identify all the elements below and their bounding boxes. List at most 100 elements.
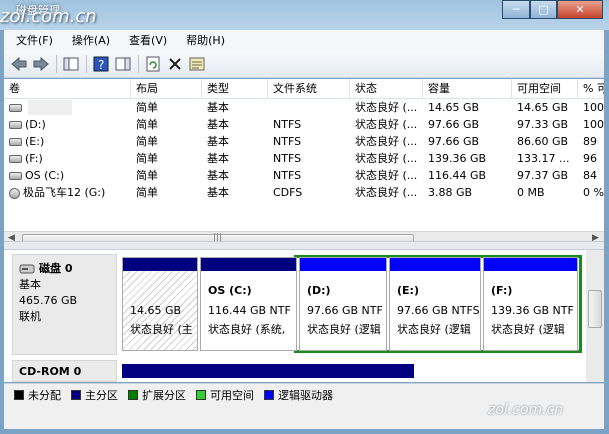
back-arrow-icon[interactable]: [10, 55, 28, 73]
partition-size: 97.66 GB NTF: [307, 304, 383, 317]
scrollbar-thumb[interactable]: |||: [22, 233, 414, 241]
show-action-pane-icon[interactable]: [114, 55, 132, 73]
table-row[interactable]: 简单 基本 状态良好 (... 14.65 GB 14.65 GB 100: [4, 99, 604, 116]
horizontal-scrollbar[interactable]: ◀ ||| ▶: [4, 231, 604, 241]
table-cell: 简单: [136, 135, 158, 148]
volume-name: (E:): [25, 135, 45, 148]
title-bar: 磁盘管理 zol.com.cn ─ □ ✕: [0, 0, 609, 30]
cdrom-info[interactable]: CD-ROM 0: [12, 360, 117, 382]
delete-icon[interactable]: [166, 55, 184, 73]
table-row[interactable]: OS (C:) 简单 基本 NTFS 状态良好 (... 116.44 GB 97.37 G…: [4, 167, 604, 184]
close-button[interactable]: ✕: [557, 0, 603, 19]
partition-block[interactable]: 14.65 GB 状态良好 (主: [122, 257, 198, 351]
column-header-free-space[interactable]: 可用空间: [512, 79, 578, 99]
column-header-status[interactable]: 状态: [350, 79, 423, 99]
legend-label: 可用空间: [210, 388, 254, 402]
table-cell: 基本: [207, 101, 229, 114]
table-cell: 基本: [207, 135, 229, 148]
legend-swatch: [196, 389, 206, 400]
legend-swatch: [128, 389, 138, 400]
partition-size: 97.66 GB NTFS: [397, 304, 480, 317]
table-cell: 极品飞车12 (G:): [4, 184, 131, 201]
drive-icon: [9, 155, 22, 163]
menu-file[interactable]: 文件(F): [16, 32, 53, 48]
table-row[interactable]: 极品飞车12 (G:) 简单 基本 CDFS 状态良好 (... 3.88 GB 0 MB 0…: [4, 184, 604, 201]
table-cell: 100: [583, 118, 604, 131]
minimize-button[interactable]: ─: [502, 0, 530, 19]
table-cell: 97.33 GB: [517, 118, 569, 131]
partition-status: 状态良好 (逻辑: [397, 323, 471, 336]
table-cell: 97.66 GB: [428, 135, 480, 148]
column-header-percent-free[interactable]: % 可: [578, 79, 604, 99]
table-cell: 14.65 GB: [517, 101, 569, 114]
table-cell: 简单: [136, 169, 158, 182]
volume-name: OS (C:): [25, 169, 65, 182]
legend-swatch: [14, 389, 24, 400]
cdrom-partition-bar[interactable]: [122, 364, 414, 378]
scroll-right-icon[interactable]: ▶: [592, 233, 599, 241]
watermark-logo: zol.com.cn: [0, 6, 97, 27]
console-tree-icon[interactable]: [62, 55, 80, 73]
partition-block[interactable]: OS (C:) 116.44 GB NTF 状态良好 (系统,: [200, 257, 297, 351]
menu-action[interactable]: 操作(A): [72, 32, 110, 48]
partition-color-bar: [300, 258, 386, 271]
drive-icon: [9, 172, 22, 180]
column-header-filesystem[interactable]: 文件系统: [268, 79, 350, 99]
forward-arrow-icon[interactable]: [32, 55, 50, 73]
partition-size: 139.36 GB NTF: [491, 304, 574, 317]
column-header-capacity[interactable]: 容量: [423, 79, 512, 99]
table-cell: 97.37 GB: [517, 169, 569, 182]
table-cell: CDFS: [273, 186, 303, 199]
properties-icon[interactable]: [188, 55, 206, 73]
table-cell: 基本: [207, 169, 229, 182]
partition-block[interactable]: (E:) 97.66 GB NTFS 状态良好 (逻辑: [389, 257, 481, 351]
partition-block[interactable]: (F:) 139.36 GB NTF 状态良好 (逻辑: [483, 257, 578, 351]
partition-name: (F:): [491, 284, 513, 297]
column-header-volume[interactable]: 卷: [4, 79, 131, 99]
table-cell: 状态良好 (...: [355, 118, 418, 131]
column-header-layout[interactable]: 布局: [131, 79, 202, 99]
svg-text:?: ?: [98, 58, 104, 72]
legend-label: 未分配: [28, 388, 61, 402]
table-cell: 状态良好 (...: [355, 101, 418, 114]
cdrom-name: CD-ROM 0: [19, 365, 82, 378]
table-cell: 状态良好 (...: [355, 169, 418, 182]
legend-item: 扩展分区: [128, 387, 186, 403]
pane-splitter[interactable]: [4, 241, 604, 250]
partition-block[interactable]: (D:) 97.66 GB NTF 状态良好 (逻辑: [299, 257, 387, 351]
table-cell: 基本: [207, 186, 229, 199]
table-cell: 状态良好 (...: [355, 152, 418, 165]
partition-name: (D:): [307, 284, 331, 297]
partition-color-bar: [390, 258, 480, 271]
column-header-type[interactable]: 类型: [202, 79, 268, 99]
volume-name: (F:): [25, 152, 43, 165]
table-cell: 简单: [136, 101, 158, 114]
table-cell: 89: [583, 135, 597, 148]
drive-icon: [9, 104, 22, 112]
table-cell: 84: [583, 169, 597, 182]
legend-label: 主分区: [85, 388, 118, 402]
partition-status: 状态良好 (主: [130, 323, 193, 336]
legend-label: 扩展分区: [142, 388, 186, 402]
partition-status: 状态良好 (逻辑: [307, 323, 381, 336]
maximize-button[interactable]: □: [530, 0, 557, 19]
menu-help[interactable]: 帮助(H): [186, 32, 225, 48]
legend-item: 可用空间: [196, 387, 254, 403]
grip-icon: |||: [213, 233, 223, 241]
refresh-icon[interactable]: [144, 55, 162, 73]
scrollbar-thumb[interactable]: [588, 290, 602, 328]
table-row[interactable]: (E:) 简单 基本 NTFS 状态良好 (... 97.66 GB 86.60 GB 89: [4, 133, 604, 150]
table-row[interactable]: (F:) 简单 基本 NTFS 状态良好 (... 139.36 GB 133.17 ...…: [4, 150, 604, 167]
menu-view[interactable]: 查看(V): [129, 32, 167, 48]
table-row[interactable]: (D:) 简单 基本 NTFS 状态良好 (... 97.66 GB 97.33 GB 100: [4, 116, 604, 133]
vertical-scrollbar[interactable]: [586, 250, 604, 382]
table-cell: 基本: [207, 152, 229, 165]
scroll-left-icon[interactable]: ◀: [8, 233, 15, 241]
partition-color-bar: [201, 258, 296, 271]
help-icon[interactable]: ?: [92, 55, 110, 73]
drive-icon: [9, 138, 22, 146]
cd-drive-icon: [9, 187, 20, 199]
disk-icon: [19, 264, 35, 274]
disk-0-info[interactable]: 磁盘 0 基本 465.76 GB 联机: [12, 254, 117, 355]
table-cell: (E:): [4, 133, 131, 150]
